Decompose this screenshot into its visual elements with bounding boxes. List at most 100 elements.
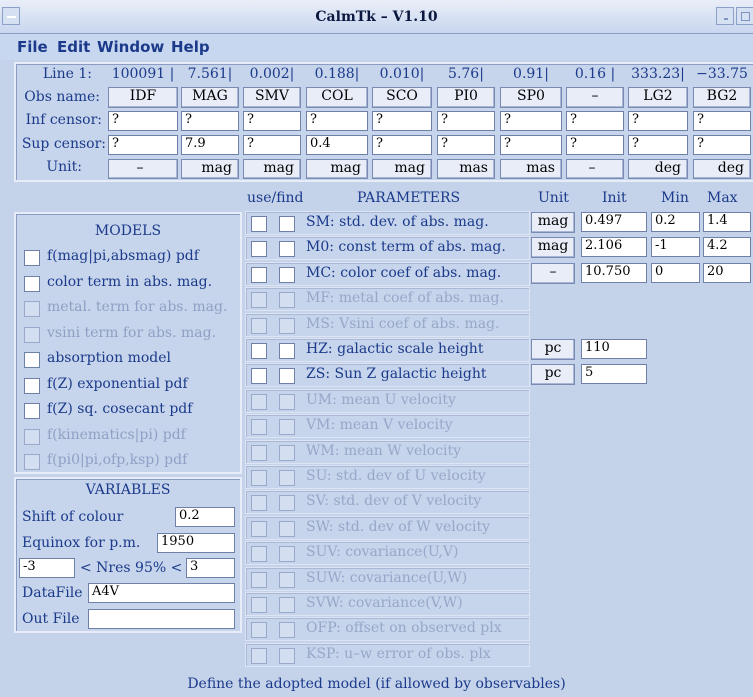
menu-window[interactable]: Window bbox=[97, 38, 164, 56]
parameter-unit-button[interactable]: pc bbox=[531, 339, 575, 360]
init-field[interactable]: 10.750 bbox=[581, 262, 647, 283]
init-field[interactable]: 110 bbox=[581, 339, 647, 359]
model-item[interactable]: f(Z) sq. cosecant pdf bbox=[17, 399, 237, 421]
min-field[interactable]: 0 bbox=[651, 262, 700, 283]
parameter-unit-button[interactable]: pc bbox=[531, 364, 575, 386]
nres-min-field[interactable]: -3 bbox=[19, 558, 75, 578]
datafile-field[interactable]: A4V bbox=[88, 583, 235, 603]
parameter-unit-button[interactable]: – bbox=[531, 262, 575, 284]
unit-cell: deg bbox=[693, 159, 751, 179]
model-label: color term in abs. mag. bbox=[47, 273, 213, 290]
outfile-label: Out File bbox=[22, 611, 80, 627]
parameter-row: HZ: galactic scale height bbox=[245, 338, 530, 362]
model-label: f(pi0|pi,ofp,ksp) pdf bbox=[47, 452, 188, 468]
menu-help[interactable]: Help bbox=[171, 38, 210, 56]
use-checkbox bbox=[251, 622, 267, 639]
sup-censor-field[interactable]: 0.4 bbox=[306, 135, 368, 155]
inf-censor-field[interactable]: ? bbox=[108, 111, 178, 131]
minimize-button[interactable] bbox=[716, 7, 734, 25]
sup-censor-field[interactable]: ? bbox=[693, 135, 751, 155]
max-field[interactable]: 4.2 bbox=[703, 237, 751, 258]
use-checkbox[interactable] bbox=[251, 241, 267, 258]
line-value: 0.188| bbox=[314, 66, 360, 82]
obs-name-button[interactable]: BG2 bbox=[693, 87, 751, 108]
init-field[interactable]: 0.497 bbox=[581, 212, 647, 232]
sup-censor-field[interactable]: ? bbox=[372, 135, 432, 155]
obs-name-button[interactable]: – bbox=[566, 87, 624, 108]
use-checkbox[interactable] bbox=[251, 343, 267, 359]
line-value: 100091 | bbox=[111, 66, 175, 82]
find-checkbox[interactable] bbox=[279, 343, 295, 359]
find-checkbox[interactable] bbox=[279, 241, 295, 258]
inf-censor-field[interactable]: ? bbox=[693, 111, 751, 131]
sup-censor-field[interactable]: ? bbox=[437, 135, 495, 155]
inf-censor-field[interactable]: ? bbox=[306, 111, 368, 131]
obs-name-button[interactable]: SMV bbox=[243, 87, 301, 108]
model-checkbox[interactable] bbox=[24, 403, 40, 419]
obs-name-button[interactable]: MAG bbox=[181, 87, 239, 108]
inf-censor-field[interactable]: ? bbox=[437, 111, 495, 131]
obs-name-button[interactable]: PI0 bbox=[437, 87, 495, 108]
inf-censor-field[interactable]: ? bbox=[372, 111, 432, 131]
model-label: f(mag|pi,absmag) pdf bbox=[47, 248, 199, 264]
find-checkbox[interactable] bbox=[279, 368, 295, 385]
use-checkbox bbox=[251, 520, 267, 537]
sup-censor-field[interactable]: ? bbox=[500, 135, 562, 155]
model-checkbox[interactable] bbox=[24, 275, 40, 292]
find-checkbox bbox=[279, 520, 295, 537]
max-field[interactable]: 1.4 bbox=[703, 212, 751, 232]
model-checkbox[interactable] bbox=[24, 250, 40, 266]
parameter-unit-button[interactable]: mag bbox=[531, 212, 575, 233]
menu-file[interactable]: File bbox=[17, 38, 48, 56]
min-field[interactable]: 0.2 bbox=[651, 212, 700, 232]
sup-censor-field[interactable]: ? bbox=[628, 135, 688, 155]
sup-censor-field[interactable]: ? bbox=[108, 135, 178, 155]
maximize-button[interactable] bbox=[736, 7, 753, 25]
use-checkbox[interactable] bbox=[251, 266, 267, 283]
model-item[interactable]: f(mag|pi,absmag) pdf bbox=[17, 246, 237, 268]
use-checkbox[interactable] bbox=[251, 368, 267, 385]
obs-name-button[interactable]: COL bbox=[306, 87, 368, 108]
shift-of-colour-label: Shift of colour bbox=[22, 509, 124, 525]
model-checkbox[interactable] bbox=[24, 377, 40, 394]
inf-censor-field[interactable]: ? bbox=[181, 111, 239, 131]
init-field[interactable]: 5 bbox=[581, 364, 647, 385]
outfile-field[interactable] bbox=[88, 609, 235, 629]
nres-max-field[interactable]: 3 bbox=[186, 558, 235, 578]
shift-of-colour-field[interactable]: 0.2 bbox=[175, 507, 235, 527]
model-item[interactable]: f(Z) exponential pdf bbox=[17, 374, 237, 396]
inf-censor-field[interactable]: ? bbox=[243, 111, 301, 131]
obs-name-button[interactable]: IDF bbox=[108, 87, 178, 108]
obs-name-button[interactable]: SCO bbox=[372, 87, 432, 108]
parameter-row: SV: std. dev of V velocity bbox=[245, 490, 530, 515]
parameter-unit-button[interactable]: mag bbox=[531, 237, 575, 259]
unit-cell: – bbox=[108, 159, 178, 179]
maximize-icon bbox=[741, 12, 750, 21]
find-checkbox[interactable] bbox=[279, 266, 295, 283]
inf-censor-field[interactable]: ? bbox=[566, 111, 624, 131]
equinox-field[interactable]: 1950 bbox=[157, 533, 235, 553]
min-header: Min bbox=[661, 190, 689, 206]
menu-edit[interactable]: Edit bbox=[57, 38, 90, 56]
model-checkbox[interactable] bbox=[24, 352, 40, 368]
init-field[interactable]: 2.106 bbox=[581, 237, 647, 258]
use-checkbox[interactable] bbox=[251, 216, 267, 232]
sup-censor-field[interactable]: 7.9 bbox=[181, 135, 239, 155]
parameter-row: M0: const term of abs. mag. bbox=[245, 236, 530, 261]
find-checkbox bbox=[279, 444, 295, 461]
inf-censor-field[interactable]: ? bbox=[500, 111, 562, 131]
use-checkbox bbox=[251, 495, 267, 512]
obs-name-button[interactable]: LG2 bbox=[628, 87, 688, 108]
parameter-label: VM: mean V velocity bbox=[306, 417, 453, 434]
inf-censor-field[interactable]: ? bbox=[628, 111, 688, 131]
model-item[interactable]: absorption model bbox=[17, 348, 237, 370]
min-field[interactable]: -1 bbox=[651, 237, 700, 258]
parameter-label: WM: mean W velocity bbox=[306, 442, 462, 459]
model-item[interactable]: color term in abs. mag. bbox=[17, 272, 237, 294]
sup-censor-field[interactable]: ? bbox=[566, 135, 624, 155]
find-checkbox bbox=[279, 419, 295, 436]
max-field[interactable]: 20 bbox=[703, 262, 751, 283]
find-checkbox[interactable] bbox=[279, 216, 295, 232]
sup-censor-field[interactable]: ? bbox=[243, 135, 301, 155]
obs-name-button[interactable]: SP0 bbox=[500, 87, 562, 108]
